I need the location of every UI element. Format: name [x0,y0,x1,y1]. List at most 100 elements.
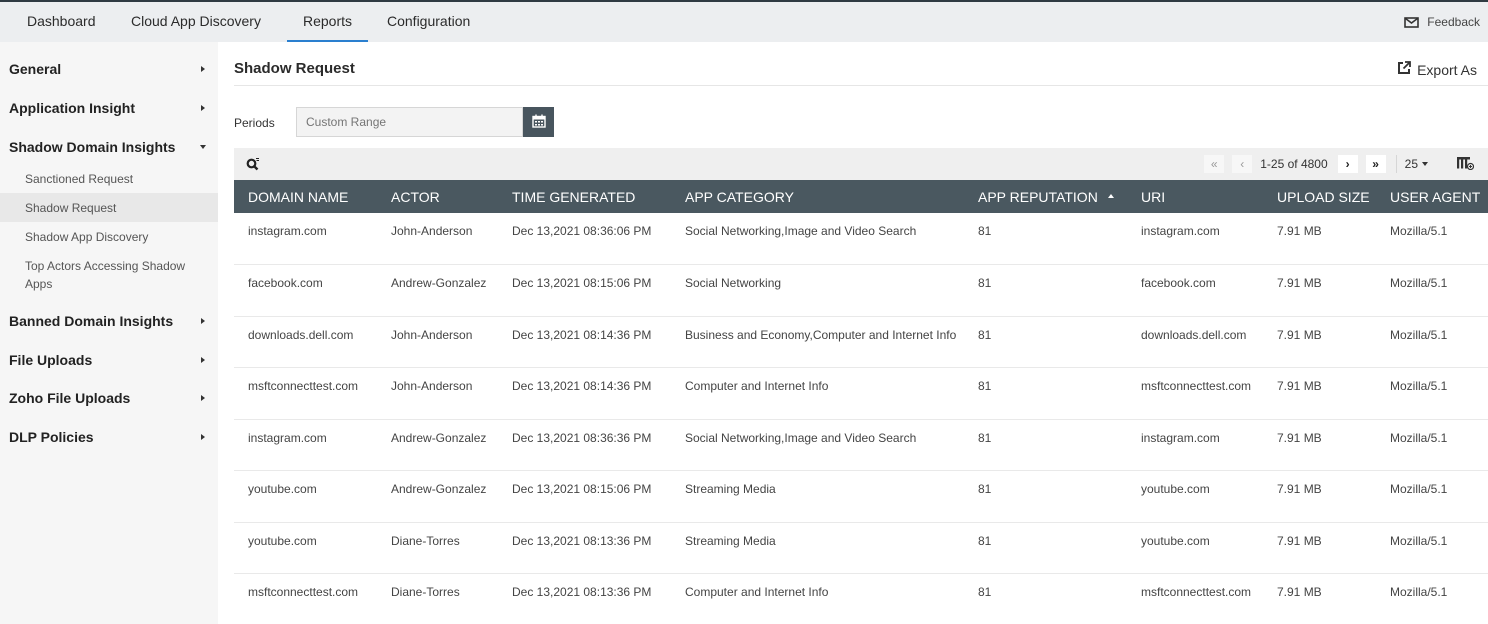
sidebar-item-label: Zoho File Uploads [9,390,131,406]
page-title: Shadow Request [234,60,355,77]
sidebar-subitem-shadow-app-discovery[interactable]: Shadow App Discovery [0,222,218,251]
main-content: Shadow Request Export As Periods « ‹ 1-2… [218,42,1488,624]
export-as-label: Export As [1417,61,1477,78]
cell-uri: msftconnecttest.com [1127,367,1263,420]
cell-upload-size: 7.91 MB [1263,419,1376,471]
cell-user-agent: Mozilla/5.1 [1376,367,1488,420]
cell-time-generated: Dec 13,2021 08:36:36 PM [498,419,671,471]
sidebar-item-general[interactable]: General [0,51,218,89]
table-row[interactable]: instagram.com John-Anderson Dec 13,2021 08… [234,213,1488,265]
sidebar-item-file-uploads[interactable]: File Uploads [0,342,218,380]
sidebar-item-shadow-domain-insights[interactable]: Shadow Domain Insights [0,129,218,167]
sidebar-subitem-sanctioned-request[interactable]: Sanctioned Request [0,164,218,193]
cell-time-generated: Dec 13,2021 08:13:36 PM [498,573,671,624]
cell-uri: msftconnecttest.com [1127,573,1263,624]
cell-domain-name: youtube.com [234,470,377,523]
sidebar-item-zoho-file-uploads[interactable]: Zoho File Uploads [0,380,218,418]
cell-time-generated: Dec 13,2021 08:36:06 PM [498,213,671,265]
page-size-select[interactable]: 25 [1405,157,1428,171]
cell-uri: instagram.com [1127,213,1263,265]
cell-actor: Andrew-Gonzalez [377,419,498,471]
prev-page-button[interactable]: ‹ [1232,155,1253,173]
tab-cloud-app-discovery[interactable]: Cloud App Discovery [131,2,261,42]
cell-actor: Andrew-Gonzalez [377,470,498,523]
last-page-button[interactable]: » [1365,155,1386,173]
cell-user-agent: Mozilla/5.1 [1376,522,1488,574]
cell-app-reputation: 81 [964,316,1127,368]
sidebar-item-dlp-policies[interactable]: DLP Policies [0,419,218,457]
column-header-domain-name[interactable]: DOMAIN NAME [234,180,377,213]
table-row[interactable]: msftconnecttest.com John-Anderson Dec 13,2… [234,367,1488,420]
cell-time-generated: Dec 13,2021 08:15:06 PM [498,264,671,317]
caret-right-icon [201,395,205,401]
cell-time-generated: Dec 13,2021 08:13:36 PM [498,522,671,574]
cell-app-reputation: 81 [964,573,1127,624]
cell-uri: facebook.com [1127,264,1263,317]
search-filter-icon [246,158,260,174]
cell-upload-size: 7.91 MB [1263,573,1376,624]
column-header-uri[interactable]: URI [1127,180,1263,213]
cell-domain-name: msftconnecttest.com [234,367,377,420]
column-header-actor[interactable]: ACTOR [377,180,498,213]
first-page-button[interactable]: « [1204,155,1225,173]
export-as-button[interactable]: Export As [1397,61,1477,78]
pagination: « ‹ 1-25 of 4800 › » 25 [1204,148,1488,180]
cell-time-generated: Dec 13,2021 08:15:06 PM [498,470,671,523]
caret-right-icon [201,318,205,324]
cell-app-reputation: 81 [964,213,1127,265]
sidebar-subitem-label: Top Actors Accessing Shadow Apps [25,259,186,291]
divider [1395,155,1397,173]
table-row[interactable]: msftconnecttest.com Diane-Torres Dec 13,20… [234,573,1488,624]
sidebar-subitem-label: Shadow App Discovery [25,230,149,244]
column-header-app-category[interactable]: APP CATEGORY [671,180,964,213]
cell-app-category: Computer and Internet Info [671,573,964,624]
column-header-upload-size[interactable]: UPLOAD SIZE [1263,180,1376,213]
divider [234,85,1488,86]
chevron-down-icon [1422,162,1428,166]
column-settings-icon [1456,156,1475,173]
cell-domain-name: downloads.dell.com [234,316,377,368]
search-filter-button[interactable] [246,157,260,174]
calendar-button[interactable] [523,107,554,137]
table-row[interactable]: youtube.com Diane-Torres Dec 13,2021 08:13… [234,522,1488,574]
tab-configuration[interactable]: Configuration [387,2,470,42]
cell-user-agent: Mozilla/5.1 [1376,573,1488,624]
caret-right-icon [201,434,205,440]
table-row[interactable]: instagram.com Andrew-Gonzalez Dec 13,2021 … [234,419,1488,471]
caret-right-icon [201,357,205,363]
column-header-time-generated[interactable]: TIME GENERATED [498,180,671,213]
next-page-button[interactable]: › [1337,155,1358,173]
sort-ascending-icon [1107,193,1114,198]
cell-domain-name: msftconnecttest.com [234,573,377,624]
cell-app-category: Computer and Internet Info [671,367,964,420]
cell-actor: John-Anderson [377,316,498,368]
tab-reports[interactable]: Reports [286,2,369,42]
sidebar-item-banned-domain-insights[interactable]: Banned Domain Insights [0,303,218,341]
sidebar-item-label: File Uploads [9,352,93,368]
sidebar-item-application-insight[interactable]: Application Insight [0,90,218,128]
caret-right-icon [201,105,205,111]
cell-time-generated: Dec 13,2021 08:14:36 PM [498,316,671,368]
cell-upload-size: 7.91 MB [1263,522,1376,574]
column-header-app-reputation[interactable]: APP REPUTATION [964,180,1127,213]
cell-actor: Andrew-Gonzalez [377,264,498,317]
caret-down-icon [200,145,206,149]
cell-user-agent: Mozilla/5.1 [1376,264,1488,317]
column-header-user-agent[interactable]: USER AGENT [1376,180,1488,213]
feedback-button[interactable]: Feedback [1404,2,1480,42]
table-row[interactable]: downloads.dell.com John-Anderson Dec 13,20… [234,316,1488,368]
column-settings-button[interactable] [1456,156,1475,173]
sidebar-subitem-shadow-request[interactable]: Shadow Request [0,193,218,222]
cell-uri: youtube.com [1127,522,1263,574]
sidebar-item-label: Shadow Domain Insights [9,139,176,155]
cell-domain-name: instagram.com [234,419,377,471]
cell-upload-size: 7.91 MB [1263,264,1376,317]
sidebar-subitem-top-actors[interactable]: Top Actors Accessing Shadow Apps [0,251,218,299]
periods-input[interactable] [296,107,523,137]
tab-dashboard[interactable]: Dashboard [27,2,96,42]
shadow-request-table: DOMAIN NAME ACTOR TIME GENERATED APP CAT… [234,180,1488,624]
page-size-value: 25 [1404,157,1418,171]
cell-upload-size: 7.91 MB [1263,213,1376,265]
table-row[interactable]: facebook.com Andrew-Gonzalez Dec 13,2021 0… [234,264,1488,317]
table-row[interactable]: youtube.com Andrew-Gonzalez Dec 13,2021 08… [234,470,1488,523]
